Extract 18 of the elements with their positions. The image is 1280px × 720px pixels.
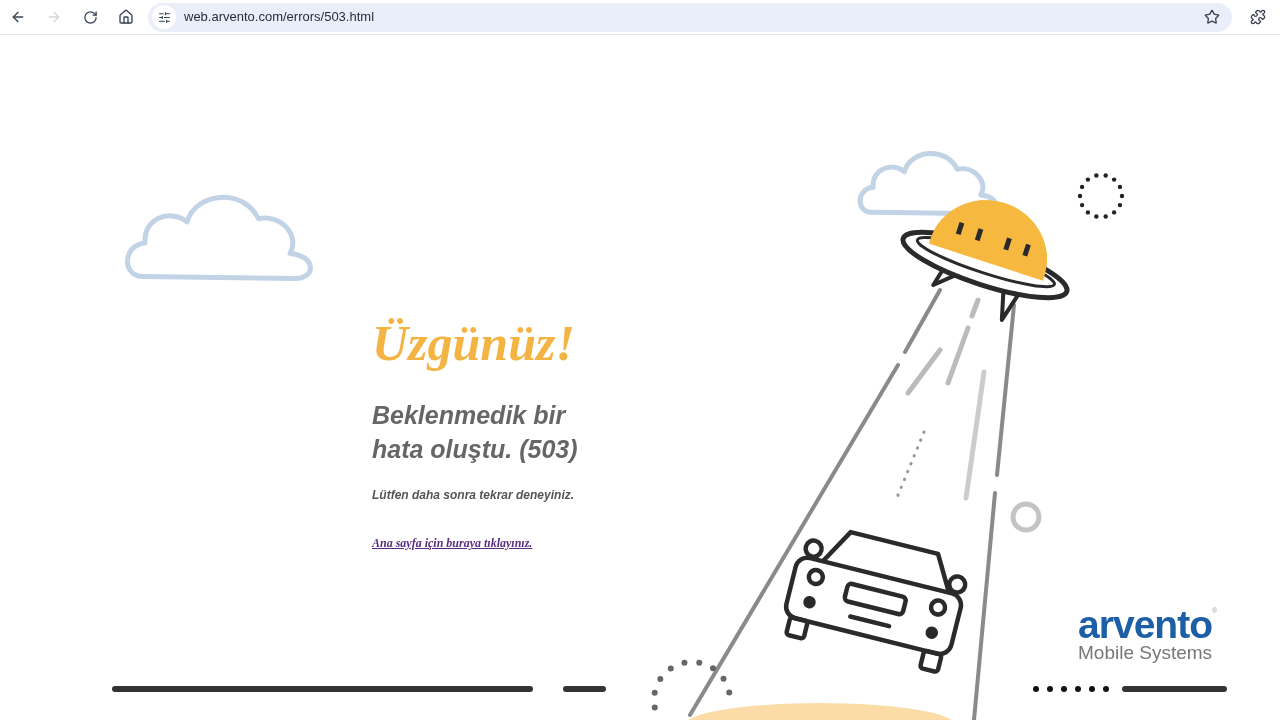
home-page-link[interactable]: Ana sayfa için buraya tıklayınız. [372,534,533,552]
reload-icon [82,9,98,25]
forward-arrow-icon [46,9,62,25]
puzzle-piece-icon [1250,9,1266,25]
address-bar[interactable]: web.arvento.com/errors/503.html [148,2,1232,32]
site-settings-icon[interactable] [152,5,176,29]
dotted-circle-icon [1077,173,1125,219]
home-icon [118,9,134,25]
cloud-icon [125,195,313,282]
logo-wordmark: arvento [1078,607,1213,643]
bookmark-star-icon[interactable] [1204,9,1220,25]
dotted-arc-icon [651,659,733,711]
dotted-line-icon [1033,686,1109,692]
ring-icon [1010,501,1042,533]
logo-tagline: Mobile Systems [1078,643,1213,663]
retry-message: Lütfen daha sonra tekrar deneyiniz. [372,487,575,504]
error-heading: Beklenmedik bir hata oluştu. (503) [372,400,579,465]
url-text: web.arvento.com/errors/503.html [184,8,375,27]
